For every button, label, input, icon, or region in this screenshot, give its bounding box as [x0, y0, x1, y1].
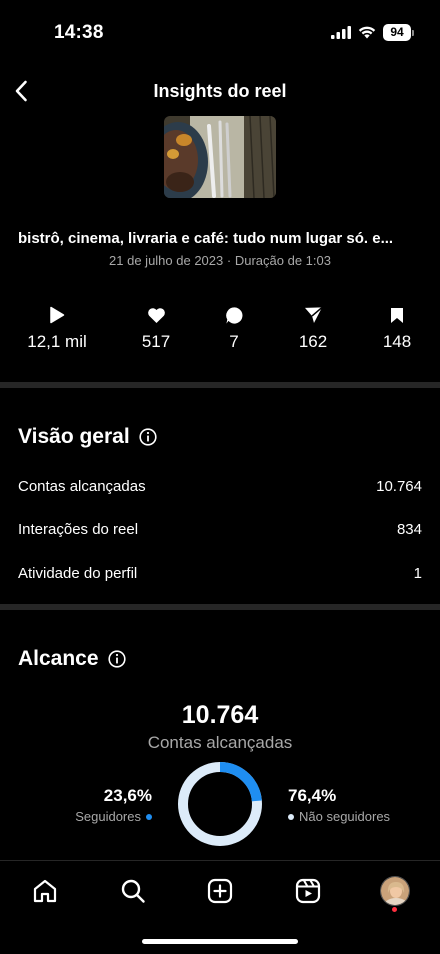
search-icon [121, 879, 145, 903]
heart-icon [147, 307, 165, 323]
metric-label: Atividade do perfil [18, 565, 138, 582]
battery-tip [412, 29, 414, 36]
stat-value: 517 [141, 332, 171, 351]
reel-thumbnail-image [164, 116, 276, 198]
stat-value: 7 [229, 332, 239, 351]
reach-donut-chart [178, 762, 262, 846]
tab-create[interactable] [200, 873, 240, 909]
reel-thumbnail[interactable] [164, 116, 276, 198]
stat-value: 148 [382, 332, 412, 351]
overview-title-text: Visão geral [18, 425, 130, 448]
reel-caption: bistrô, cinema, livraria e café: tudo nu… [18, 230, 394, 247]
tab-reels[interactable] [288, 873, 328, 909]
reach-title-text: Alcance [18, 647, 99, 670]
reach-total-label: Contas alcançadas [147, 733, 293, 752]
signal-icon [331, 26, 351, 39]
share-icon [304, 306, 323, 324]
reach-total: 10.764 [181, 701, 259, 729]
followers-label: Seguidores [75, 809, 141, 824]
followers-legend: 23,6% Seguidores [75, 786, 152, 824]
metric-value: 10.764 [376, 478, 422, 495]
metric-row-profile-activity[interactable]: Atividade do perfil 1 [18, 565, 422, 589]
page-title: Insights do reel [153, 81, 287, 101]
reel-date: 21 de julho de 2023 [109, 253, 224, 268]
stat-likes: 517 [116, 304, 196, 352]
battery-indicator: 94 [383, 24, 414, 41]
reels-icon [295, 878, 321, 904]
reel-meta: 21 de julho de 2023 · Duração de 1:03 [0, 253, 440, 268]
stat-value: 162 [298, 332, 328, 351]
profile-avatar [380, 876, 410, 906]
tab-profile[interactable] [375, 873, 415, 912]
notification-dot [392, 907, 397, 912]
stat-value: 12,1 mil [27, 332, 87, 351]
metric-row-reel-interactions[interactable]: Interações do reel 834 [18, 521, 422, 545]
reach-title: Alcance [18, 647, 126, 671]
tab-search[interactable] [113, 873, 153, 909]
home-icon [33, 879, 57, 903]
wifi-icon [358, 26, 376, 39]
meta-separator: · [226, 253, 232, 268]
play-icon [50, 306, 65, 324]
nav-bar: Insights do reel [0, 64, 440, 118]
stat-plays: 12,1 mil [17, 304, 97, 352]
home-indicator[interactable] [142, 939, 298, 944]
non-followers-dot [288, 813, 294, 820]
metric-value: 834 [396, 521, 422, 538]
metric-value: 1 [413, 565, 422, 582]
stat-saves: 148 [357, 304, 437, 352]
tab-home[interactable] [25, 873, 65, 909]
non-followers-legend: 76,4% Não seguidores [288, 786, 390, 824]
metric-label: Interações do reel [18, 521, 139, 538]
info-icon[interactable] [107, 650, 126, 668]
info-icon[interactable] [139, 428, 157, 446]
metric-row-accounts-reached[interactable]: Contas alcançadas 10.764 [18, 478, 422, 502]
section-divider [0, 604, 440, 610]
non-followers-percent: 76,4% [288, 786, 337, 805]
section-divider [0, 382, 440, 388]
status-bar: 14:38 94 [0, 0, 440, 64]
stat-shares: 162 [273, 304, 353, 352]
bookmark-icon [391, 307, 403, 323]
status-time: 14:38 [54, 22, 104, 43]
followers-dot [146, 813, 152, 820]
metric-label: Contas alcançadas [18, 478, 146, 495]
followers-percent: 23,6% [103, 786, 152, 805]
comment-icon [225, 306, 242, 324]
reel-stats: 12,1 mil 517 7 162 148 [0, 304, 440, 354]
reel-duration: Duração de 1:03 [234, 253, 331, 268]
stat-comments: 7 [194, 304, 274, 352]
non-followers-label: Não seguidores [299, 809, 391, 824]
create-icon [207, 878, 233, 904]
status-icons: 94 [331, 24, 414, 41]
battery-level: 94 [383, 24, 411, 41]
overview-title: Visão geral [18, 425, 157, 449]
